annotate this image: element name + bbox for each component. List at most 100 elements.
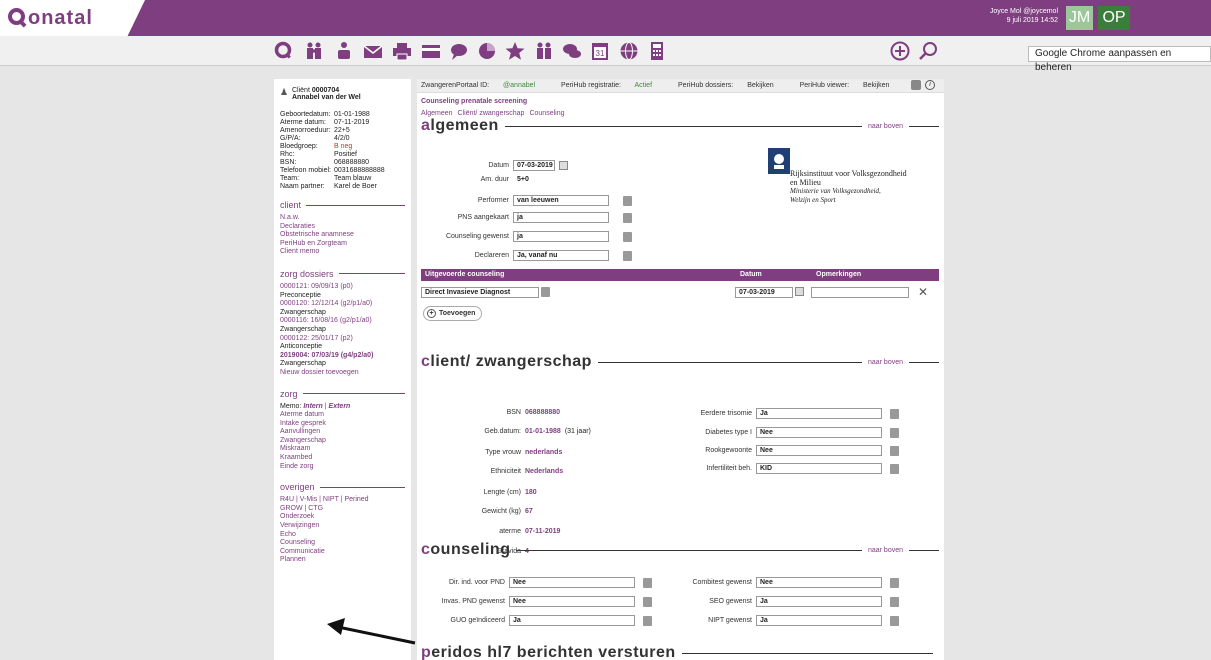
field-input[interactable]: Nee [756,445,882,456]
calculator-icon[interactable] [647,41,667,61]
section-zorg: zorg [280,389,405,399]
card-icon[interactable] [421,41,441,61]
sidebar-item[interactable]: R4U | V-Mis | NIPT | Perined [280,496,405,505]
sidebar-item[interactable]: Declaraties [280,223,405,232]
note-icon[interactable] [643,577,652,588]
avatar[interactable]: JM [1066,6,1093,30]
dossiers-view-link[interactable]: Bekijken [747,82,773,89]
field-input[interactable]: KID [756,463,882,474]
field-input[interactable]: Nee [756,577,882,588]
calendar-icon[interactable] [559,161,568,170]
field-input[interactable]: Ja [509,615,635,626]
note-icon[interactable] [623,250,632,261]
new-dossier-link[interactable]: Nieuw dossier toevoegen [280,369,405,378]
sidebar-item[interactable]: Plannen [280,556,405,565]
field-input[interactable]: Nee [509,577,635,588]
field-input[interactable]: Ja, vanaf nu [513,250,609,261]
form-row: Performer van leeuwen [421,195,632,206]
calendar-icon[interactable]: 31 [590,41,610,61]
chat-icon[interactable] [449,41,469,61]
sidebar-item[interactable]: Verwijzingen [280,522,405,531]
sidebar-item[interactable]: Aterme datum [280,411,405,420]
sidebar-item[interactable]: Client memo [280,248,405,257]
add-icon[interactable] [890,41,910,61]
note-icon[interactable] [623,231,632,242]
note-icon[interactable] [890,615,899,626]
sidebar-item[interactable]: Counseling [280,539,405,548]
baby-icon[interactable] [334,41,354,61]
memo-extern-link[interactable]: Extern [329,403,351,410]
delete-icon[interactable]: ✕ [918,285,928,299]
dossier-list: 0000121: 09/09/13 (p0) Preconceptie 000012… [280,283,405,369]
family-icon-2[interactable] [534,41,554,61]
note-icon[interactable] [643,615,652,626]
field-input[interactable]: ja [513,231,609,242]
sidebar-item[interactable]: Echo [280,531,405,540]
mail-icon[interactable] [363,41,383,61]
sidebar-item[interactable]: Intake gesprek [280,420,405,429]
sidebar-item[interactable]: N.a.w. [280,214,405,223]
avatar-secondary[interactable]: OP [1098,6,1130,30]
note-icon[interactable] [890,427,899,438]
sidebar-item[interactable]: Obstetrische anamnese [280,231,405,240]
naar-boven-link[interactable]: naar boven [868,547,903,554]
counseling-remarks-field[interactable] [811,287,909,298]
conversation-icon[interactable] [562,41,582,61]
sidebar-item[interactable]: GROW | CTG [280,505,405,514]
field-input[interactable]: Ja [756,615,882,626]
memo-intern-link[interactable]: Intern [303,403,322,410]
note-icon[interactable] [623,212,632,223]
globe-icon[interactable] [619,41,639,61]
top-bar: onatal Joyce Mol @joycemol 9 juli 2019 1… [0,0,1211,36]
field-input[interactable]: Ja [756,596,882,607]
add-counseling-button[interactable]: + Toevoegen [423,306,483,321]
sidebar-item[interactable]: Einde zorg [280,463,405,472]
note-icon[interactable] [623,195,632,206]
magnifier-icon[interactable] [918,41,938,61]
family-icon[interactable] [304,41,324,61]
sidebar-item[interactable]: PeriHub en Zorgteam [280,240,405,249]
sidebar-item[interactable]: Miskraam [280,445,405,454]
sidebar-item[interactable]: Kraambed [280,454,405,463]
dossier-link[interactable]: 0000120: 12/12/14 (g2/p1/a0) [280,300,405,309]
counseling-type-field[interactable]: Direct Invasieve Diagnost [421,287,539,298]
field-input[interactable]: Nee [509,596,635,607]
note-icon[interactable] [890,445,899,456]
note-icon[interactable] [890,577,899,588]
sidebar-item[interactable]: Communicatie [280,548,405,557]
print-icon[interactable] [911,80,921,90]
search-icon[interactable] [274,41,294,61]
naar-boven-link[interactable]: naar boven [868,359,903,366]
sidebar-item[interactable]: Zwangerschap [280,437,405,446]
portal-id-link[interactable]: @annabel [503,82,535,89]
sidebar-item[interactable]: Aanvullingen [280,428,405,437]
field-input[interactable]: Ja [756,408,882,419]
breadcrumb-link[interactable]: Algemeen [421,110,453,117]
field-input[interactable]: ja [513,212,609,223]
star-icon[interactable] [505,41,525,61]
naar-boven-link[interactable]: naar boven [868,123,903,130]
note-icon[interactable] [890,463,899,474]
dossier-link[interactable]: 0000122: 25/01/17 (p2) [280,335,405,344]
field-input[interactable]: van leeuwen [513,195,609,206]
logo[interactable]: onatal [0,0,145,36]
print-icon[interactable] [392,41,412,61]
field-input[interactable]: Nee [756,427,882,438]
note-icon[interactable] [643,596,652,607]
dossier-link[interactable]: 2019004: 07/03/19 (g4/p2/a0) [280,352,405,361]
dossier-link[interactable]: 0000121: 09/09/13 (p0) [280,283,405,292]
breadcrumb-link[interactable]: Counseling [529,110,564,117]
counseling-date-field[interactable]: 07-03-2019 [735,287,793,298]
dossier-link[interactable]: 0000116: 16/08/16 (g2/p1/a0) [280,317,405,326]
note-icon[interactable] [890,596,899,607]
breadcrumb-link[interactable]: Cliënt/ zwangerschap [458,110,525,117]
info-icon[interactable]: i [925,80,935,90]
sidebar-item[interactable]: Onderzoek [280,513,405,522]
note-icon[interactable] [890,408,899,419]
calendar-icon[interactable] [795,287,804,296]
field-input[interactable]: 07-03-2019 [513,160,555,171]
viewer-view-link[interactable]: Bekijken [863,82,889,89]
form-row: Combitest gewenst Nee [657,577,899,588]
chart-icon[interactable] [477,41,497,61]
note-icon[interactable] [541,287,550,297]
